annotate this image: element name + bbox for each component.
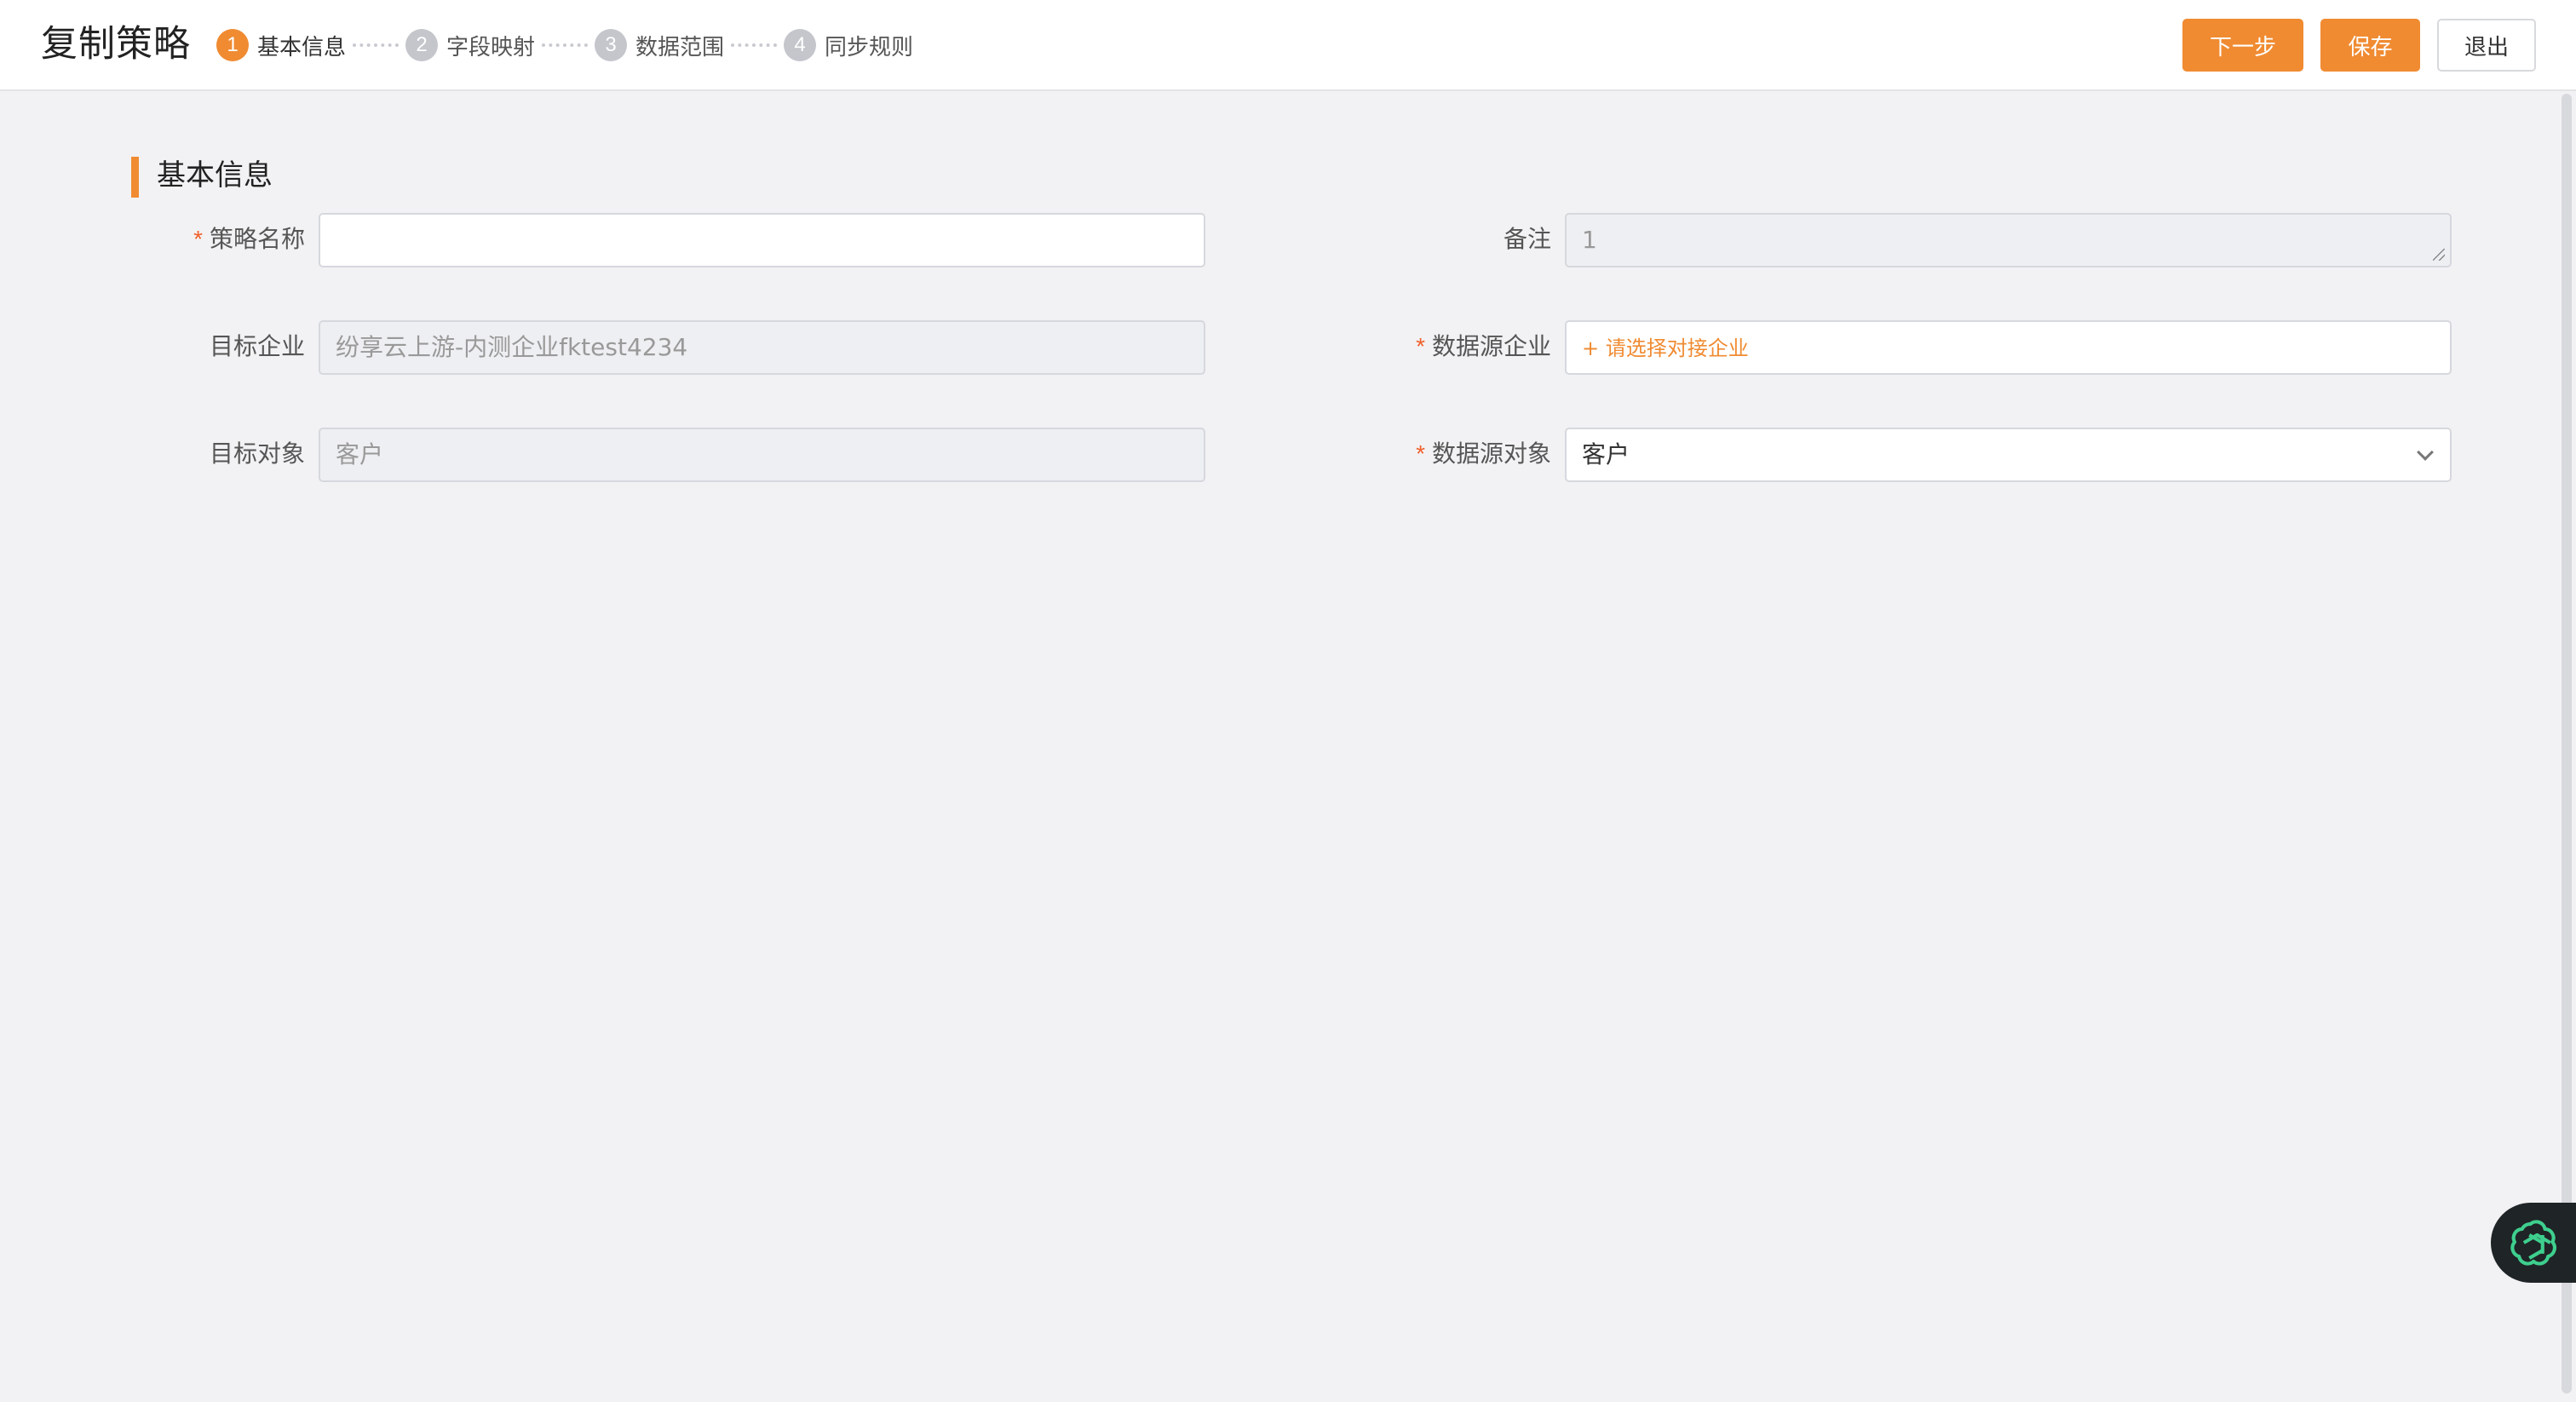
step-label: 基本信息 [257, 34, 347, 60]
required-mark: * [1416, 333, 1425, 359]
step-label: 数据范围 [635, 34, 725, 60]
target-object-field: 客户 [319, 428, 1205, 482]
step-basic-info[interactable]: 1 基本信息 [216, 27, 346, 63]
save-button[interactable]: 保存 [2320, 19, 2420, 72]
target-company-label: 目标企业 [209, 332, 305, 360]
step-connector [731, 43, 778, 47]
strategy-name-input[interactable] [319, 213, 1205, 267]
page-title: 复制策略 [41, 23, 191, 66]
remark-textarea[interactable]: 1 [1565, 213, 2452, 267]
page-header: 复制策略 1 基本信息 2 字段映射 3 数据范围 4 同步规则 下一步 保存 … [0, 0, 2576, 91]
exit-button[interactable]: 退出 [2437, 19, 2536, 72]
strategy-name-label: * 策略名称 [193, 225, 305, 253]
section-accent-bar [131, 157, 139, 198]
source-object-value: 客户 [1582, 440, 1630, 468]
source-company-label: * 数据源企业 [1416, 332, 1551, 360]
remark-value: 1 [1582, 226, 1597, 254]
target-company-field: 纷享云上游-内测企业fktest4234 [319, 320, 1205, 375]
remark-label: 备注 [1503, 225, 1551, 253]
step-connector [353, 43, 400, 47]
select-company-link[interactable]: + 请选择对接企业 [1582, 336, 1749, 360]
ai-assistant-button[interactable] [2491, 1203, 2576, 1283]
vertical-scrollbar[interactable] [2562, 94, 2572, 1393]
source-object-label: * 数据源对象 [1416, 440, 1551, 468]
chevron-down-icon [2417, 444, 2434, 461]
step-number: 1 [216, 29, 249, 61]
step-label: 同步规则 [825, 34, 914, 60]
resize-handle-icon[interactable] [2433, 249, 2445, 261]
step-number: 3 [595, 29, 628, 61]
required-mark: * [193, 226, 203, 252]
next-step-button[interactable]: 下一步 [2182, 19, 2303, 72]
step-label: 字段映射 [446, 34, 536, 60]
step-connector [542, 43, 589, 47]
step-field-mapping[interactable]: 2 字段映射 [405, 27, 535, 63]
source-company-field: + 请选择对接企业 [1565, 320, 2452, 375]
ai-assistant-icon [2510, 1220, 2556, 1266]
step-number: 4 [784, 29, 817, 61]
step-number: 2 [405, 29, 439, 61]
target-object-label: 目标对象 [209, 440, 305, 468]
required-mark: * [1416, 440, 1425, 467]
step-sync-rules[interactable]: 4 同步规则 [784, 27, 913, 63]
section-title: 基本信息 [157, 158, 273, 192]
step-indicator: 1 基本信息 2 字段映射 3 数据范围 4 同步规则 [216, 27, 913, 63]
step-data-range[interactable]: 3 数据范围 [595, 27, 724, 63]
source-object-select[interactable]: 客户 [1565, 428, 2452, 482]
